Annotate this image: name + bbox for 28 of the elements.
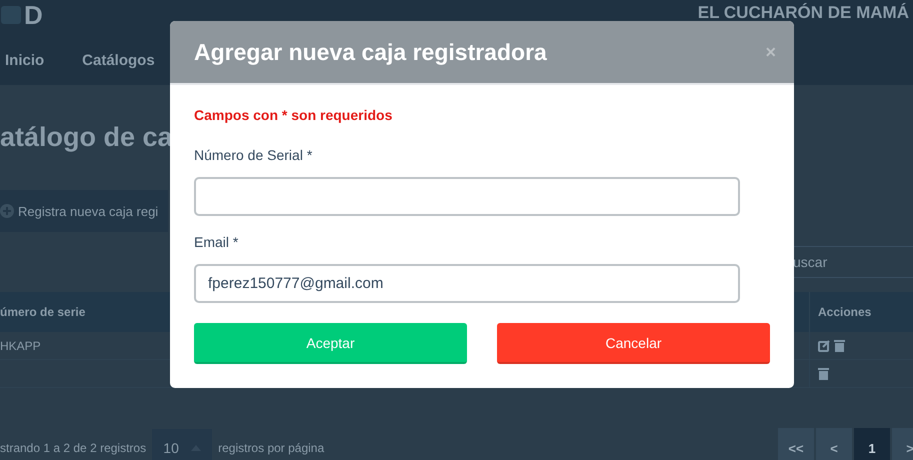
plus-icon: [0, 204, 14, 218]
input-field[interactable]: fperez150777@gmail.com: [194, 264, 740, 303]
field-label: Email *: [194, 234, 240, 250]
page-title: atálogo de ca: [0, 122, 173, 152]
add-register-button[interactable]: Registra nueva caja regi: [0, 190, 168, 232]
trash-icon[interactable]: [818, 367, 829, 380]
page-button[interactable]: 1: [854, 428, 890, 460]
table-cell: HKAPP: [0, 338, 41, 352]
input-field[interactable]: [194, 177, 740, 216]
edit-icon[interactable]: [818, 340, 830, 352]
field-label: Número de Serial *: [194, 147, 314, 163]
page-button[interactable]: <<: [778, 428, 814, 460]
records-info: strando 1 a 2 de 2 registros: [0, 441, 146, 455]
required-note: Campos con * son requeridos: [194, 107, 394, 123]
brand-name: EL CUCHARÓN DE MAMÁ: [698, 2, 909, 23]
page-button[interactable]: >: [892, 428, 913, 460]
page-button[interactable]: <: [816, 428, 852, 460]
page-size-select[interactable]: 10: [152, 429, 212, 460]
dialog-title: Agregar nueva caja registradora: [194, 38, 547, 66]
nav-link[interactable]: Inicio: [5, 52, 44, 68]
logo-text: D: [24, 2, 43, 28]
column-header: Acciones: [809, 292, 913, 332]
nav-link[interactable]: Catálogos: [82, 52, 155, 68]
accept-button[interactable]: Aceptar: [194, 323, 467, 364]
page-size-label: registros por página: [218, 441, 324, 455]
cancel-button[interactable]: Cancelar: [497, 323, 770, 364]
column-header: úmero de serie: [0, 305, 86, 319]
trash-icon[interactable]: [834, 339, 845, 352]
